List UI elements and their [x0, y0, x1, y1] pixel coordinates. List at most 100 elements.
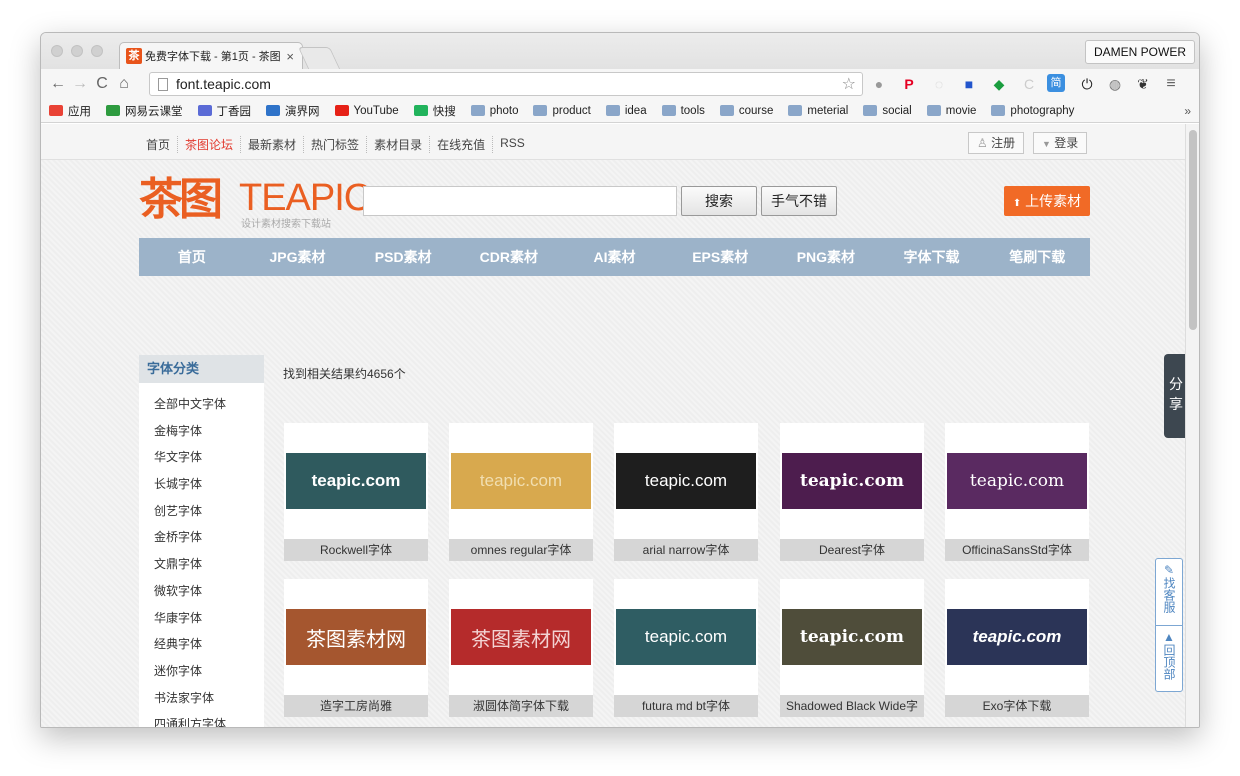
sidebar-item[interactable]: 迷你字体 [139, 658, 264, 685]
500px-icon[interactable]: ◍ [1105, 74, 1125, 94]
main-nav-item[interactable]: 字体下载 [879, 238, 985, 276]
top-link[interactable]: RSS [493, 136, 532, 153]
ublock-icon[interactable]: ◆ [989, 74, 1009, 94]
bookmark-item[interactable]: idea [605, 105, 647, 117]
c-extension-icon[interactable]: C [1019, 74, 1039, 94]
new-tab-button[interactable] [297, 47, 341, 69]
bookmark-star-icon[interactable]: ☆ [842, 74, 856, 94]
minimize-window-button[interactable] [71, 45, 83, 57]
main-nav-item[interactable]: AI素材 [562, 238, 668, 276]
scrollbar-thumb[interactable] [1189, 130, 1197, 330]
font-card[interactable]: teapic.com Rockwell字体 [284, 423, 428, 561]
bookmark-item[interactable]: photo [470, 105, 518, 117]
site-logo[interactable]: 茶图 TEAPIC 设计素材搜索下载站 [139, 176, 371, 231]
bookmark-item[interactable]: 快搜 [413, 103, 456, 119]
font-card[interactable]: teapic.com OfficinaSansStd字体 [945, 423, 1089, 561]
bookmark-item[interactable]: photography [991, 105, 1074, 117]
bookmark-item[interactable]: 演界网 [266, 103, 320, 119]
zoom-window-button[interactable] [91, 45, 103, 57]
back-arrow-icon[interactable]: ← [47, 75, 69, 93]
address-bar[interactable]: font.teapic.com ☆ [149, 72, 863, 96]
font-preview-image: teapic.com [947, 609, 1087, 665]
sidebar-item[interactable]: 金梅字体 [139, 418, 264, 445]
sidebar-item[interactable]: 金桥字体 [139, 524, 264, 551]
bookmark-item[interactable]: product [533, 105, 591, 117]
bookmark-item[interactable]: movie [926, 105, 976, 117]
register-button[interactable]: ♙ 注册 [968, 132, 1025, 154]
font-card[interactable]: 茶图素材网 淑圆体简字体下载 [449, 579, 593, 717]
evernote-icon[interactable]: ❦ [1133, 74, 1153, 94]
search-input[interactable] [363, 186, 677, 216]
folder-icon [605, 105, 620, 116]
top-link[interactable]: 在线充值 [430, 136, 494, 153]
main-nav-item[interactable]: EPS素材 [667, 238, 773, 276]
sidebar-item[interactable]: 微软字体 [139, 578, 264, 605]
globe-extension-icon[interactable]: ● [869, 74, 889, 94]
bookmark-item[interactable]: 网易云课堂 [106, 103, 183, 119]
bookmarks-overflow-icon[interactable]: » [1184, 104, 1191, 118]
main-nav-item[interactable]: CDR素材 [456, 238, 562, 276]
font-card[interactable]: teapic.com Shadowed Black Wide字 [780, 579, 924, 717]
bookmark-item[interactable]: social [863, 105, 912, 117]
profile-button[interactable]: DAMEN POWER [1084, 40, 1195, 64]
top-link[interactable]: 茶图论坛 [178, 136, 242, 153]
upload-button[interactable]: ⬆ 上传素材 [1004, 186, 1090, 216]
top-link[interactable]: 最新素材 [241, 136, 305, 153]
main-nav-item[interactable]: PNG素材 [773, 238, 879, 276]
bookmark-item[interactable]: course [719, 105, 773, 117]
folder-icon [863, 105, 878, 116]
pinterest-icon[interactable]: P [899, 74, 919, 94]
back-to-top-button[interactable]: ▲ 回顶部 [1156, 625, 1182, 691]
bookmark-item[interactable]: tools [661, 105, 705, 117]
sidebar-item[interactable]: 书法家字体 [139, 685, 264, 712]
folder-icon [470, 105, 485, 116]
main-nav-item[interactable]: PSD素材 [350, 238, 456, 276]
power-icon[interactable]: ⏻ [1077, 74, 1097, 94]
font-card[interactable]: teapic.com Dearest字体 [780, 423, 924, 561]
paw-extension-icon[interactable]: ■ [959, 74, 979, 94]
search-button[interactable]: 搜索 [681, 186, 757, 216]
bookmark-item[interactable]: 丁香园 [197, 103, 251, 119]
home-icon[interactable]: ⌂ [113, 75, 135, 93]
bookmark-item[interactable]: YouTube [334, 105, 399, 117]
close-window-button[interactable] [51, 45, 63, 57]
menu-icon[interactable]: ≡ [1161, 74, 1181, 94]
sidebar-item[interactable]: 全部中文字体 [139, 391, 264, 418]
font-preview-image: teapic.com [616, 453, 756, 509]
sidebar-item[interactable]: 华康字体 [139, 605, 264, 632]
font-card[interactable]: teapic.com arial narrow字体 [614, 423, 758, 561]
bookmark-item[interactable]: meterial [788, 105, 848, 117]
main-nav-item[interactable]: 笔刷下载 [984, 238, 1090, 276]
sidebar-item[interactable]: 华文字体 [139, 444, 264, 471]
top-link[interactable]: 热门标签 [304, 136, 368, 153]
sidebar-item[interactable]: 长城字体 [139, 471, 264, 498]
share-button[interactable]: 分享 [1164, 354, 1187, 438]
font-card[interactable]: teapic.com futura md bt字体 [614, 579, 758, 717]
sidebar-item[interactable]: 经典字体 [139, 631, 264, 658]
edit-icon: ✎ [1163, 563, 1175, 577]
font-card[interactable]: 茶图素材网 造字工房尚雅 [284, 579, 428, 717]
login-button[interactable]: ▼ 登录 [1033, 132, 1088, 154]
lucky-button[interactable]: 手气不错 [761, 186, 837, 216]
top-link[interactable]: 素材目录 [367, 136, 431, 153]
sidebar-item[interactable]: 四通利方字体 [139, 711, 264, 727]
main-nav-item[interactable]: JPG素材 [245, 238, 351, 276]
page-content: 首页 茶图论坛 最新素材 热门标签 素材目录 在线充值 RSS ♙ 注册 ▼ 登录 茶图 T… [41, 124, 1187, 727]
browser-tab[interactable]: 茶 免费字体下载 - 第1页 - 茶图 × [119, 42, 303, 69]
font-preview-text: teapic.com [800, 627, 904, 647]
bookmark-item[interactable]: 应用 [49, 103, 91, 119]
shield-extension-icon[interactable]: ◌ [929, 74, 949, 94]
translate-extension-icon[interactable]: 简 [1047, 74, 1065, 92]
customer-service-button[interactable]: ✎ 找客服 [1156, 559, 1182, 625]
sidebar-item[interactable]: 文鼎字体 [139, 551, 264, 578]
folder-icon [719, 105, 734, 116]
reload-icon[interactable]: C [91, 75, 113, 93]
forward-arrow-icon[interactable]: → [69, 75, 91, 93]
sidebar-item[interactable]: 创艺字体 [139, 498, 264, 525]
font-card[interactable]: teapic.com omnes regular字体 [449, 423, 593, 561]
main-nav-item[interactable]: 首页 [139, 238, 245, 276]
page-scrollbar[interactable] [1185, 124, 1199, 727]
top-link[interactable]: 首页 [139, 136, 179, 153]
tab-close-icon[interactable]: × [286, 49, 294, 64]
font-card[interactable]: teapic.com Exo字体下载 [945, 579, 1089, 717]
